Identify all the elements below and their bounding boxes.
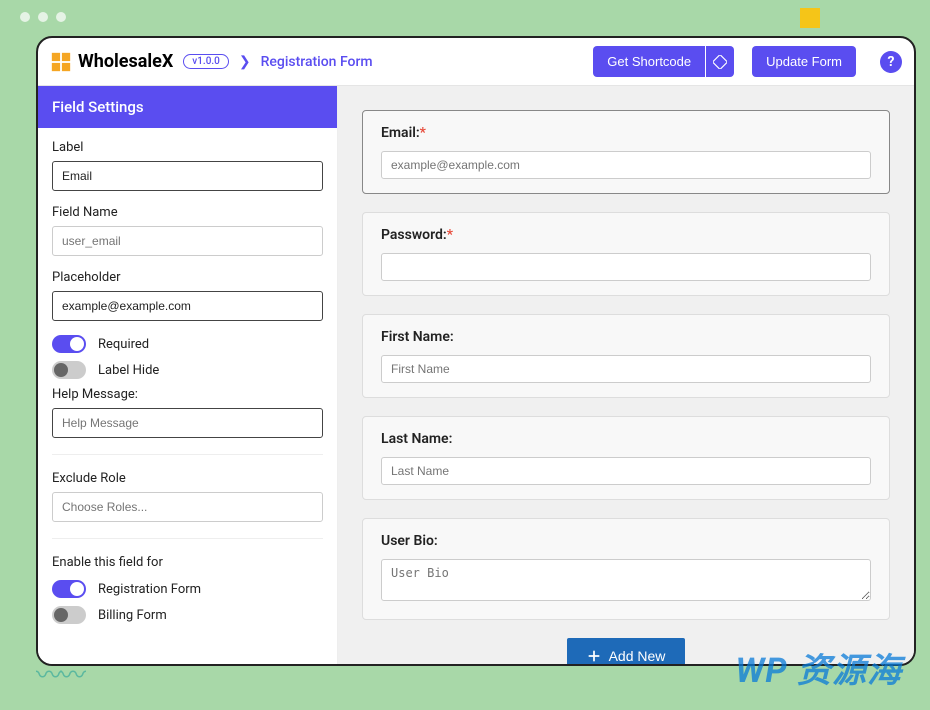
app-window: WholesaleX v1.0.0 ❯ Registration Form Ge… xyxy=(36,36,916,666)
form-field-first-name[interactable]: First Name: xyxy=(362,314,890,398)
sidebar: Field Settings Label Field Name Placehol… xyxy=(38,86,338,664)
label-hide-toggle[interactable] xyxy=(52,361,86,379)
window-dots xyxy=(20,12,66,22)
brand-logo[interactable]: WholesaleX xyxy=(50,51,173,73)
update-form-button[interactable]: Update Form xyxy=(752,46,856,77)
enable-for-title: Enable this field for xyxy=(52,555,323,570)
label-input[interactable] xyxy=(52,161,323,191)
password-label: Password:* xyxy=(381,227,871,243)
form-field-email[interactable]: Email:* xyxy=(362,110,890,194)
exclude-role-select[interactable] xyxy=(52,492,323,522)
form-field-last-name[interactable]: Last Name: xyxy=(362,416,890,500)
exclude-role-title: Exclude Role xyxy=(52,471,323,486)
sidebar-title: Field Settings xyxy=(38,86,337,128)
help-message-title: Help Message: xyxy=(52,387,323,402)
placeholder-title: Placeholder xyxy=(52,270,323,285)
email-input[interactable] xyxy=(381,151,871,179)
label-title: Label xyxy=(52,140,323,155)
help-message-input[interactable] xyxy=(52,408,323,438)
user-bio-label: User Bio: xyxy=(381,533,871,549)
add-new-button[interactable]: Add New xyxy=(567,638,686,664)
version-pill: v1.0.0 xyxy=(183,54,229,69)
help-icon[interactable]: ? xyxy=(880,51,902,73)
plus-icon xyxy=(587,649,601,663)
brand-name: WholesaleX xyxy=(78,51,173,72)
decor-square xyxy=(800,8,820,28)
billing-label: Billing Form xyxy=(98,608,167,623)
get-shortcode-button[interactable]: Get Shortcode xyxy=(593,46,705,77)
decor-squiggle: 〰〰 xyxy=(36,655,84,692)
registration-label: Registration Form xyxy=(98,582,201,597)
first-name-label: First Name: xyxy=(381,329,871,345)
breadcrumb-page[interactable]: Registration Form xyxy=(261,54,373,70)
shortcode-icon-button[interactable] xyxy=(706,46,734,77)
topbar: WholesaleX v1.0.0 ❯ Registration Form Ge… xyxy=(38,38,914,86)
email-label: Email:* xyxy=(381,125,871,141)
password-input[interactable] xyxy=(381,253,871,281)
first-name-input[interactable] xyxy=(381,355,871,383)
get-shortcode-group: Get Shortcode xyxy=(593,46,734,77)
billing-toggle[interactable] xyxy=(52,606,86,624)
form-preview: Email:* Password:* First Name: Last Name… xyxy=(338,86,914,664)
field-name-title: Field Name xyxy=(52,205,323,220)
form-field-user-bio[interactable]: User Bio: xyxy=(362,518,890,620)
required-toggle[interactable] xyxy=(52,335,86,353)
form-field-password[interactable]: Password:* xyxy=(362,212,890,296)
required-label: Required xyxy=(98,337,149,352)
last-name-input[interactable] xyxy=(381,457,871,485)
field-name-input[interactable] xyxy=(52,226,323,256)
placeholder-input[interactable] xyxy=(52,291,323,321)
label-hide-label: Label Hide xyxy=(98,363,159,378)
logo-icon xyxy=(50,51,72,73)
chevron-right-icon: ❯ xyxy=(239,54,251,70)
registration-toggle[interactable] xyxy=(52,580,86,598)
user-bio-input[interactable] xyxy=(381,559,871,601)
last-name-label: Last Name: xyxy=(381,431,871,447)
